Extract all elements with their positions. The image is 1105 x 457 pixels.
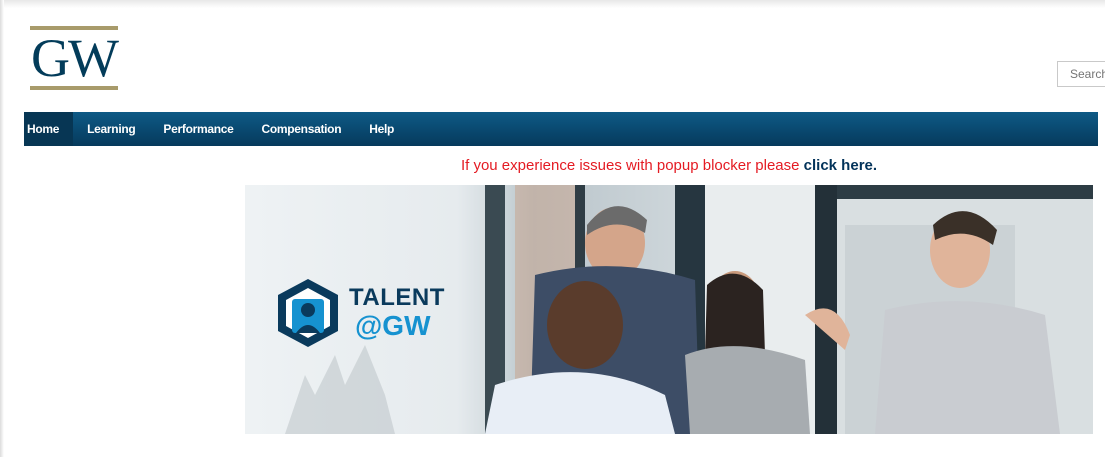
gw-logo[interactable]: GW bbox=[30, 26, 119, 92]
nav-item-help[interactable]: Help bbox=[355, 112, 408, 146]
window-left-edge bbox=[0, 0, 4, 457]
nav-item-compensation[interactable]: Compensation bbox=[248, 112, 356, 146]
nav-item-home[interactable]: Home bbox=[24, 112, 74, 146]
talent-logo-line1: TALENT bbox=[349, 284, 445, 311]
popup-blocker-notice: If you experience issues with popup bloc… bbox=[0, 157, 1105, 174]
notice-text: If you experience issues with popup bloc… bbox=[460, 157, 800, 174]
main-nav-bar: Home Learning Performance Compensation H… bbox=[24, 112, 1098, 146]
logo-bottom-bar bbox=[30, 86, 118, 90]
hero-banner: TALENT @GW bbox=[245, 185, 1093, 434]
nav-item-performance[interactable]: Performance bbox=[149, 112, 247, 146]
window-top-edge bbox=[0, 0, 1105, 8]
search-input[interactable] bbox=[1057, 61, 1105, 87]
talent-logo-line2: @GW bbox=[355, 310, 431, 341]
click-here-link[interactable]: click here. bbox=[804, 157, 877, 174]
logo-text: GW bbox=[31, 28, 119, 88]
nav-item-learning[interactable]: Learning bbox=[73, 112, 149, 146]
